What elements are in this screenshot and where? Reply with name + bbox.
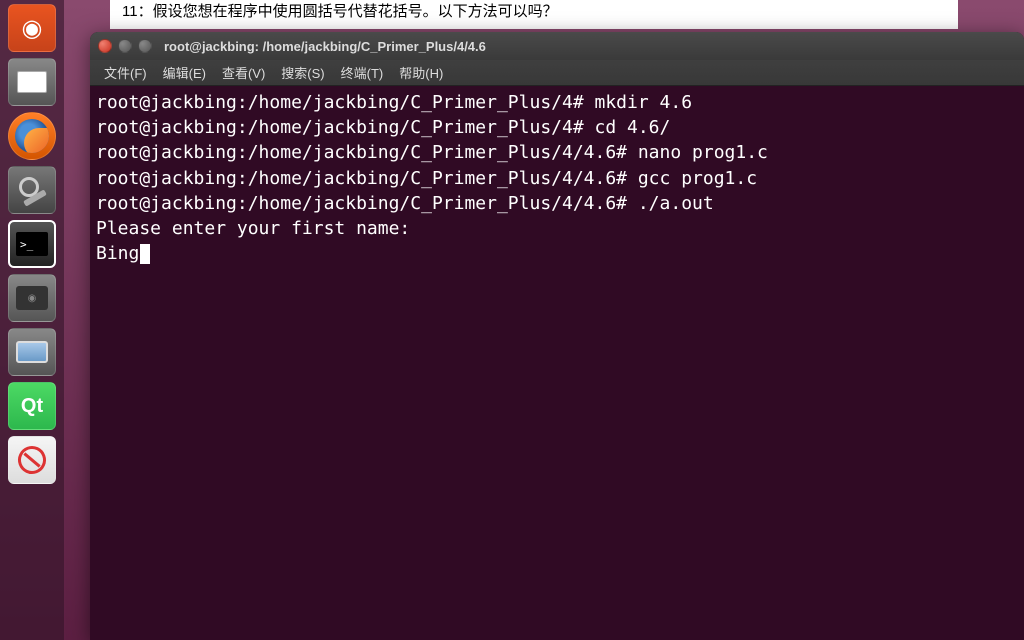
menu-terminal[interactable]: 终端(T) [335,61,390,84]
pdf-icon [14,442,50,478]
launcher-settings[interactable] [8,166,56,214]
menu-edit[interactable]: 编辑(E) [157,61,212,84]
window-title: root@jackbing: /home/jackbing/C_Primer_P… [164,39,486,54]
terminal-input-line: Bing [96,241,1018,266]
launcher-media[interactable] [8,274,56,322]
terminal-input-text: Bing [96,243,139,264]
terminal-body[interactable]: root@jackbing:/home/jackbing/C_Primer_Pl… [90,86,1024,640]
launcher-qt[interactable]: Qt [8,382,56,430]
terminal-line: root@jackbing:/home/jackbing/C_Primer_Pl… [96,90,1018,115]
launcher-firefox[interactable] [8,112,56,160]
files-icon [17,71,47,93]
window-minimize-button[interactable] [118,39,132,53]
launcher-terminal[interactable] [8,220,56,268]
terminal-icon [16,232,48,256]
window-titlebar[interactable]: root@jackbing: /home/jackbing/C_Primer_P… [90,32,1024,60]
launcher-monitor[interactable] [8,328,56,376]
launcher-ubuntu[interactable]: ◉ [8,4,56,52]
menu-help[interactable]: 帮助(H) [393,61,449,84]
terminal-line: root@jackbing:/home/jackbing/C_Primer_Pl… [96,115,1018,140]
window-close-button[interactable] [98,39,112,53]
terminal-line: Please enter your first name: [96,216,1018,241]
settings-icon [17,175,47,205]
terminal-window: root@jackbing: /home/jackbing/C_Primer_P… [90,32,1024,640]
firefox-icon [15,119,49,153]
menu-view[interactable]: 查看(V) [216,61,271,84]
terminal-line: root@jackbing:/home/jackbing/C_Primer_Pl… [96,140,1018,165]
terminal-menubar: 文件(F) 编辑(E) 查看(V) 搜索(S) 终端(T) 帮助(H) [90,60,1024,86]
menu-search[interactable]: 搜索(S) [275,61,330,84]
ubuntu-icon: ◉ [22,14,43,43]
window-maximize-button[interactable] [138,39,152,53]
background-document-text: 11：假设您想在程序中使用圆括号代替花括号。以下方法可以吗？ [110,0,958,29]
terminal-line: root@jackbing:/home/jackbing/C_Primer_Pl… [96,191,1018,216]
launcher-files[interactable] [8,58,56,106]
monitor-icon [16,341,48,363]
media-icon [16,286,48,310]
launcher-pdf[interactable] [8,436,56,484]
qt-icon: Qt [21,395,43,418]
terminal-line: root@jackbing:/home/jackbing/C_Primer_Pl… [96,166,1018,191]
terminal-cursor [140,244,150,264]
menu-file[interactable]: 文件(F) [98,61,153,84]
unity-launcher: ◉ Qt [0,0,64,640]
